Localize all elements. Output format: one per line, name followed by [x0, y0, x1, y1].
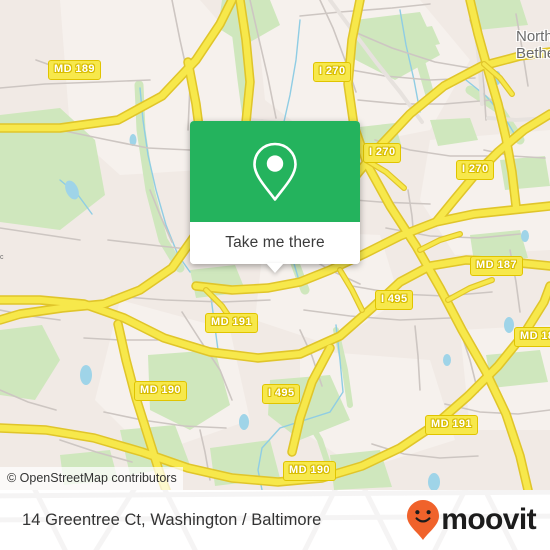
road-shield-i-270-c[interactable]: I 270 [456, 160, 495, 180]
popup-pin-area [190, 121, 360, 222]
road-shield-md-191-b[interactable]: MD 191 [425, 415, 478, 435]
road-shield-md-190-b[interactable]: MD 190 [283, 461, 336, 481]
road-shield-i-270-b[interactable]: I 270 [363, 143, 402, 163]
address-label: 14 Greentree Ct, Washington / Baltimore [22, 510, 322, 529]
road-shield-i-495-a[interactable]: I 495 [375, 290, 414, 310]
footer-bar: 14 Greentree Ct, Washington / Baltimore … [0, 490, 550, 550]
road-shield-i-270-a[interactable]: I 270 [313, 62, 352, 82]
moovit-wordmark: moovit [441, 503, 536, 536]
popup-pointer-tail [266, 263, 284, 273]
road-shield-md-187[interactable]: MD 187 [470, 256, 523, 276]
destination-popup-card[interactable]: Take me there [190, 121, 360, 273]
map-attribution[interactable]: © OpenStreetMap contributors [0, 467, 183, 490]
road-shield-md-189[interactable]: MD 189 [48, 60, 101, 80]
location-pin-icon [253, 142, 297, 201]
moovit-smiley-pin-icon [407, 500, 440, 540]
map-screen: North Bethesda c MD 189 I 270 I 270 I 27… [0, 0, 550, 550]
place-label-clipped: c [0, 254, 4, 261]
place-label-north-bethesda: North Bethesda [516, 28, 550, 62]
moovit-logo[interactable]: moovit [406, 499, 537, 541]
road-shield-i-495-b[interactable]: I 495 [262, 384, 301, 404]
popup-action-area[interactable]: Take me there [190, 222, 360, 273]
road-shield-md-191-a[interactable]: MD 191 [205, 313, 258, 333]
take-me-there-button[interactable]: Take me there [225, 234, 325, 252]
road-shield-md-185[interactable]: MD 18 [514, 327, 550, 347]
road-shield-md-190-a[interactable]: MD 190 [134, 381, 187, 401]
